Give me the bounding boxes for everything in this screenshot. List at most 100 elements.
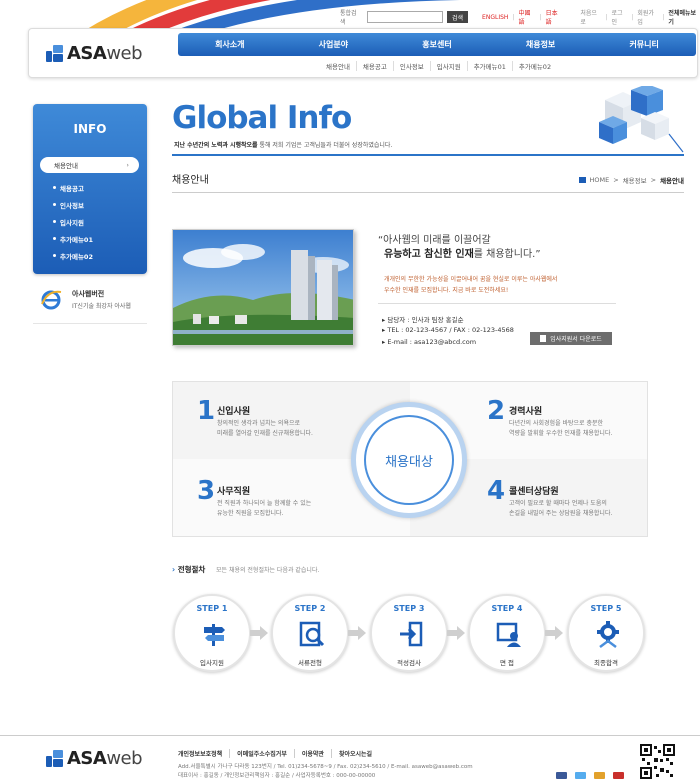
logo-mark-icon — [46, 750, 63, 767]
footer-link-directions[interactable]: 찾아오시는길 — [332, 749, 379, 758]
recruit-target-panel: 1 신입사원 창의적인 생각과 넘치는 의욕으로 미래를 열어갈 인재를 신규채… — [172, 381, 648, 537]
search-input[interactable] — [367, 11, 444, 23]
recruit-target-badge: 채용대상 — [351, 402, 467, 518]
bullet-icon — [53, 220, 56, 223]
sidebar-item-notice[interactable]: 채용공고 — [53, 179, 93, 196]
bullet-icon — [53, 237, 56, 240]
ie-promo-subtitle: IT신기술 최강자 아사웹 — [72, 302, 131, 310]
chevron-right-icon: › — [126, 161, 129, 169]
sidebar-title: INFO — [73, 122, 107, 136]
nav-company[interactable]: 회사소개 — [178, 33, 282, 56]
sidebar-item-hr-info[interactable]: 인사정보 — [53, 196, 93, 213]
footer-link-terms[interactable]: 이용약관 — [295, 749, 332, 758]
target-desc-3a: 전 직원과 하나되어 늘 함께할 수 있는 — [217, 500, 312, 507]
subnav-extra01[interactable]: 추가메뉴01 — [468, 61, 513, 71]
process-step-5: STEP 5 최종합격 — [567, 594, 645, 672]
nav-recruit[interactable]: 채용정보 — [489, 33, 593, 56]
qr-code-icon — [640, 744, 675, 779]
banner-subtitle: 지난 수년간의 노력과 시행착오를 통해 저희 기업은 고객님들과 더불어 성장… — [174, 142, 393, 149]
footer-logo[interactable]: ASAweb — [46, 748, 143, 769]
banner-title: Global Info — [172, 100, 352, 136]
download-application-button[interactable]: 입사지원서 다운로드 — [530, 332, 612, 345]
subnav-hr-info[interactable]: 인사정보 — [394, 61, 431, 71]
bullet-icon — [53, 186, 56, 189]
arrow-right-icon — [348, 626, 366, 640]
sidebar-item-extra01[interactable]: 추가메뉴01 — [53, 230, 93, 247]
recruit-target-label: 채용대상 — [385, 454, 433, 470]
process-heading: › 전형절차 — [172, 565, 206, 574]
search-button[interactable]: 검색 — [447, 11, 469, 23]
lang-chinese-link[interactable]: 中國語 — [518, 8, 535, 26]
sitemap-link[interactable]: 전체메뉴보기 — [668, 8, 700, 26]
ie-promo-title: 아사웹버전 — [72, 289, 105, 298]
bullet-icon — [53, 203, 56, 206]
nav-business[interactable]: 사업분야 — [282, 33, 386, 56]
process-step-3: STEP 3 적성검사 — [370, 594, 448, 672]
document-search-icon — [299, 621, 325, 647]
utility-bar: 통합검색 검색 ENGLISH | 中國語 | 日本語 처음으로 | 로그인 |… — [340, 8, 700, 26]
subnav-notice[interactable]: 채용공고 — [357, 61, 394, 71]
sidebar-item-active[interactable]: 채용안내 › — [40, 157, 139, 173]
home-link[interactable]: 처음으로 — [580, 8, 601, 26]
target-desc-2a: 다년간의 사회경험을 바탕으로 충분한 — [509, 420, 604, 427]
divider — [172, 192, 684, 193]
home-icon — [578, 177, 586, 183]
logo-brand-bold: ASA — [67, 43, 107, 64]
search-label: 통합검색 — [340, 10, 357, 26]
target-num-3: 3 — [197, 476, 216, 506]
contact-email[interactable]: ▸ E-mail : asa123@abcd.com — [382, 338, 476, 346]
target-title-2: 경력사원 — [509, 407, 543, 417]
twitter-icon[interactable] — [575, 772, 586, 779]
header-logo[interactable]: ASAweb — [46, 43, 143, 64]
breadcrumb: HOME > 채용정보 > 채용안내 — [578, 175, 684, 185]
youtube-icon[interactable] — [613, 772, 624, 779]
target-desc-4b: 손길을 내밀어 주는 상담원을 채용합니다. — [509, 510, 613, 517]
footer-address: Add.서울특별시 가나구 다라동 123번지 / Tel. 01)234-56… — [178, 764, 473, 770]
subnav-apply[interactable]: 입사지원 — [431, 61, 468, 71]
breadcrumb-current: 채용안내 — [660, 177, 684, 185]
process-step-1: STEP 1 입사지원 — [173, 594, 251, 672]
intro-desc-line1: 개개인의 무한한 가능성을 이끌어내어 꿈을 현실로 이루는 아사웹에서 — [384, 276, 558, 283]
subnav-guide[interactable]: 채용안내 — [320, 61, 357, 71]
subnav-extra02[interactable]: 추가메뉴02 — [513, 61, 557, 71]
intro-desc-line2: 우수한 인재를 모집합니다. 지금 바로 도전하세요! — [384, 287, 509, 294]
footer-link-email-refuse[interactable]: 이메일주소수집거부 — [230, 749, 295, 758]
cubes-illustration — [599, 86, 684, 153]
target-num-4: 4 — [487, 476, 506, 506]
sidebar-item-active-label: 채용안내 — [54, 162, 78, 170]
login-door-icon — [400, 621, 423, 647]
target-desc-1b: 미래를 열어갈 인재를 신규채용합니다. — [217, 430, 313, 437]
arrow-right-icon — [250, 626, 268, 640]
lang-english-link[interactable]: ENGLISH — [482, 14, 508, 21]
signpost-icon — [204, 624, 225, 646]
footer-links: 개인정보보호정책 이메일주소수집거부 이용약관 찾아오시는길 — [178, 749, 379, 758]
contact-phone: ▸ TEL : 02-123-4567 / FAX : 02-123-4568 — [382, 326, 514, 334]
target-desc-4a: 고객이 필요로 할 때마다 언제나 도움의 — [509, 500, 607, 507]
target-title-3: 사무직원 — [217, 487, 251, 497]
footer-link-privacy[interactable]: 개인정보보호정책 — [178, 749, 231, 758]
main-nav: 회사소개 사업분야 홍보센터 채용정보 커뮤니티 — [178, 33, 696, 56]
lang-japanese-link[interactable]: 日本語 — [546, 8, 563, 26]
target-num-2: 2 — [487, 396, 506, 426]
intro-quote-line2: 유능하고 참신한 인재를 채용합니다.” — [384, 249, 541, 260]
target-num-1: 1 — [197, 396, 216, 426]
ie-promo[interactable]: 아사웹버전 IT신기술 최강자 아사웹 — [40, 288, 131, 310]
facebook-icon[interactable] — [556, 772, 567, 779]
nav-community[interactable]: 커뮤니티 — [592, 33, 696, 56]
signup-link[interactable]: 회원가입 — [637, 8, 658, 26]
logo-mark-icon — [46, 45, 63, 62]
sidebar-item-apply[interactable]: 입사지원 — [53, 213, 93, 230]
nav-pr-center[interactable]: 홍보센터 — [385, 33, 489, 56]
bullet-icon — [53, 254, 56, 257]
gear-icon — [597, 621, 619, 648]
document-icon — [540, 335, 547, 342]
target-title-1: 신입사원 — [217, 407, 251, 417]
breadcrumb-recruit[interactable]: 채용정보 — [623, 175, 647, 185]
sidebar-list: 채용공고 인사정보 입사지원 추가메뉴01 추가메뉴02 — [53, 179, 93, 264]
blog-icon[interactable] — [594, 772, 605, 779]
breadcrumb-home[interactable]: HOME — [590, 176, 610, 184]
arrow-right-icon — [545, 626, 563, 640]
sidebar-item-extra02[interactable]: 추가메뉴02 — [53, 247, 93, 264]
login-link[interactable]: 로그인 — [611, 8, 627, 26]
arrow-right-icon — [447, 626, 465, 640]
